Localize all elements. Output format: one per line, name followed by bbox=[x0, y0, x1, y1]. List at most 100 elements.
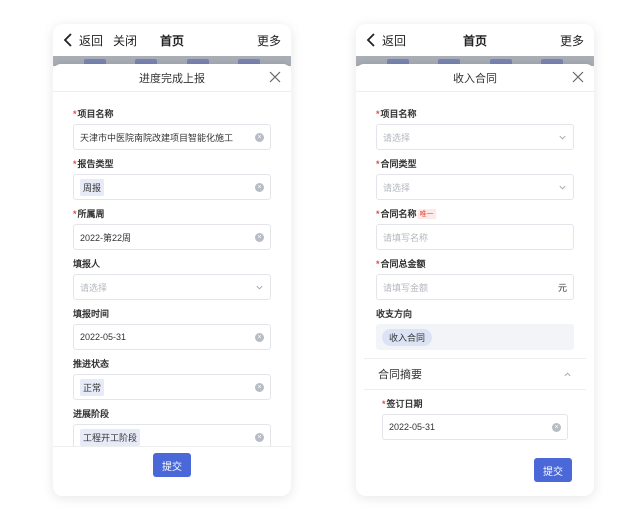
form-field: * 合同类型请选择 bbox=[376, 158, 574, 200]
sheet-title: 收入合同 bbox=[453, 72, 497, 85]
clear-icon[interactable]: × bbox=[255, 232, 264, 242]
close-button[interactable]: 关闭 bbox=[113, 32, 137, 49]
more-button[interactable]: 更多 bbox=[257, 32, 281, 49]
chevron-down-icon bbox=[255, 283, 264, 292]
form-field: * 签订日期 2022-05-31 × bbox=[376, 398, 574, 440]
field-placeholder: 请选择 bbox=[383, 132, 411, 143]
progress-report-sheet: 进度完成上报 * 项目名称 天津市中医院南院改建项目智能化施工 × * 报告类型 周报 × * 所… bbox=[53, 64, 291, 496]
field-label: * 合同总金额 bbox=[376, 258, 574, 270]
form-field: 填报时间 2022-05-31 × bbox=[73, 308, 271, 350]
field-value: 工程开工阶段 bbox=[80, 428, 141, 446]
nav-bar: 返回 首页 更多 bbox=[356, 24, 594, 56]
field-label-text: 所属周 bbox=[77, 209, 105, 219]
close-icon[interactable] bbox=[572, 71, 584, 83]
field-label: * 项目名称 bbox=[73, 108, 271, 120]
direction-value: 收入合同 bbox=[382, 328, 433, 346]
field-label: 填报时间 bbox=[73, 308, 271, 319]
form-field: * 所属周 2022-第22周 × bbox=[73, 208, 271, 250]
required-mark: * bbox=[73, 108, 77, 119]
field-label: 填报人 bbox=[73, 258, 271, 269]
required-mark: * bbox=[376, 108, 380, 119]
clear-icon[interactable]: × bbox=[255, 182, 264, 192]
field-label: * 合同类型 bbox=[376, 158, 574, 170]
field-input[interactable]: 2022-第22周 × bbox=[73, 224, 271, 250]
field-label: * 项目名称 bbox=[376, 108, 574, 120]
form-field: * 项目名称天津市中医院南院改建项目智能化施工 × bbox=[73, 108, 271, 150]
chevron-left-icon[interactable] bbox=[63, 33, 75, 47]
chevron-up-icon[interactable] bbox=[563, 370, 572, 379]
clear-icon[interactable]: × bbox=[255, 432, 264, 442]
field-value: 正常 bbox=[80, 378, 105, 396]
field-select[interactable]: 请选择 bbox=[376, 174, 574, 200]
submit-button[interactable]: 提交 bbox=[153, 453, 191, 477]
form-field: 推进状态正常 × bbox=[73, 358, 271, 400]
phone-progress-report: 返回 关闭 首页 更多 进度完成上报 * 项目名称天津市中医院南院改建项目智能化施… bbox=[53, 24, 291, 496]
field-input[interactable]: 周报 × bbox=[73, 174, 271, 200]
form-field: * 项目名称请选择 bbox=[376, 108, 574, 150]
field-placeholder: 请填写名称 bbox=[383, 232, 429, 243]
sheet-header: 收入合同 bbox=[356, 64, 594, 92]
submit-button[interactable]: 提交 bbox=[534, 458, 572, 482]
close-icon[interactable] bbox=[269, 71, 281, 83]
field-input[interactable]: 天津市中医院南院改建项目智能化施工 × bbox=[73, 124, 271, 150]
field-input[interactable]: 2022-05-31 × bbox=[73, 324, 271, 350]
required-mark: * bbox=[376, 208, 380, 219]
field-placeholder: 请选择 bbox=[80, 282, 108, 293]
form-field: 进展阶段工程开工阶段 × bbox=[73, 408, 271, 446]
clear-icon[interactable]: × bbox=[552, 422, 561, 432]
field-input[interactable]: 2022-05-31 × bbox=[382, 414, 568, 440]
field-label: * 签订日期 bbox=[382, 398, 568, 410]
back-button[interactable]: 返回 bbox=[382, 32, 406, 49]
field-label-text: 报告类型 bbox=[77, 159, 114, 169]
phone-income-contract: 返回 首页 更多 收入合同 * 项目名称 请选择 * 合同类型 请选择 * 合同名称 唯一 请填写… bbox=[356, 24, 594, 496]
chevron-left-icon[interactable] bbox=[366, 33, 378, 47]
field-placeholder: 请填写金额 bbox=[383, 282, 429, 293]
nav-bar: 返回 关闭 首页 更多 bbox=[53, 24, 291, 56]
field-input[interactable]: 正常 × bbox=[73, 374, 271, 400]
field-value: 天津市中医院南院改建项目智能化施工 bbox=[80, 132, 234, 143]
field-label-text: 推进状态 bbox=[73, 359, 110, 369]
section-title: 合同摘要 bbox=[378, 369, 422, 381]
footer: 提交 bbox=[356, 446, 594, 496]
back-button[interactable]: 返回 bbox=[79, 32, 103, 49]
field-label-text: 签订日期 bbox=[386, 399, 423, 409]
chevron-down-icon bbox=[558, 133, 567, 142]
clear-icon[interactable]: × bbox=[255, 132, 264, 142]
form-field: 收支方向收入合同 bbox=[376, 308, 574, 350]
field-label-text: 项目名称 bbox=[77, 109, 114, 119]
footer: 提交 bbox=[53, 446, 291, 496]
field-select[interactable]: 请选择 bbox=[376, 124, 574, 150]
required-mark: * bbox=[376, 158, 380, 169]
direction-option[interactable]: 收入合同 bbox=[376, 324, 574, 350]
more-button[interactable]: 更多 bbox=[560, 32, 584, 49]
field-value: 周报 bbox=[80, 178, 105, 196]
form-field: 填报人请选择 bbox=[73, 258, 271, 300]
field-label: 推进状态 bbox=[73, 358, 271, 369]
field-label: 进展阶段 bbox=[73, 408, 271, 419]
clear-icon[interactable]: × bbox=[255, 332, 264, 342]
form-field: * 合同总金额请填写金额 元 bbox=[376, 258, 574, 300]
field-label-text: 填报时间 bbox=[73, 309, 110, 319]
required-mark: * bbox=[382, 398, 386, 409]
field-input[interactable]: 请填写名称 bbox=[376, 224, 574, 250]
field-label: 收支方向 bbox=[376, 308, 574, 319]
form-scroll[interactable]: * 项目名称 请选择 * 合同类型 请选择 * 合同名称 唯一 请填写名称 * 合同总金额 请填写金额元… bbox=[356, 92, 594, 444]
field-label-text: 收支方向 bbox=[376, 309, 413, 319]
field-select[interactable]: 请选择 bbox=[73, 274, 271, 300]
form-scroll[interactable]: * 项目名称 天津市中医院南院改建项目智能化施工 × * 报告类型 周报 × * 所属周 2022-… bbox=[53, 92, 291, 446]
clear-icon[interactable]: × bbox=[255, 382, 264, 392]
field-input[interactable]: 请填写金额 元 bbox=[376, 274, 574, 300]
field-input[interactable]: 工程开工阶段 × bbox=[73, 424, 271, 446]
field-label: * 所属周 bbox=[73, 208, 271, 220]
field-label-text: 合同总金额 bbox=[380, 259, 426, 269]
contract-form: * 项目名称 请选择 * 合同类型 请选择 * 合同名称 唯一 请填写名称 * 合同总金额 请填写金额元… bbox=[356, 92, 594, 440]
sheet-header: 进度完成上报 bbox=[53, 64, 291, 92]
income-contract-sheet: 收入合同 * 项目名称 请选择 * 合同类型 请选择 * 合同名称 唯一 请填写名称 * 合同总金额请… bbox=[356, 64, 594, 496]
contract-summary-section[interactable]: 合同摘要 bbox=[364, 358, 586, 390]
field-placeholder: 请选择 bbox=[383, 182, 411, 193]
field-label-text: 合同类型 bbox=[380, 159, 417, 169]
sheet-title: 进度完成上报 bbox=[139, 72, 205, 85]
field-label: * 报告类型 bbox=[73, 158, 271, 170]
field-label-text: 合同名称 bbox=[380, 209, 417, 219]
field-label-text: 项目名称 bbox=[380, 109, 417, 119]
